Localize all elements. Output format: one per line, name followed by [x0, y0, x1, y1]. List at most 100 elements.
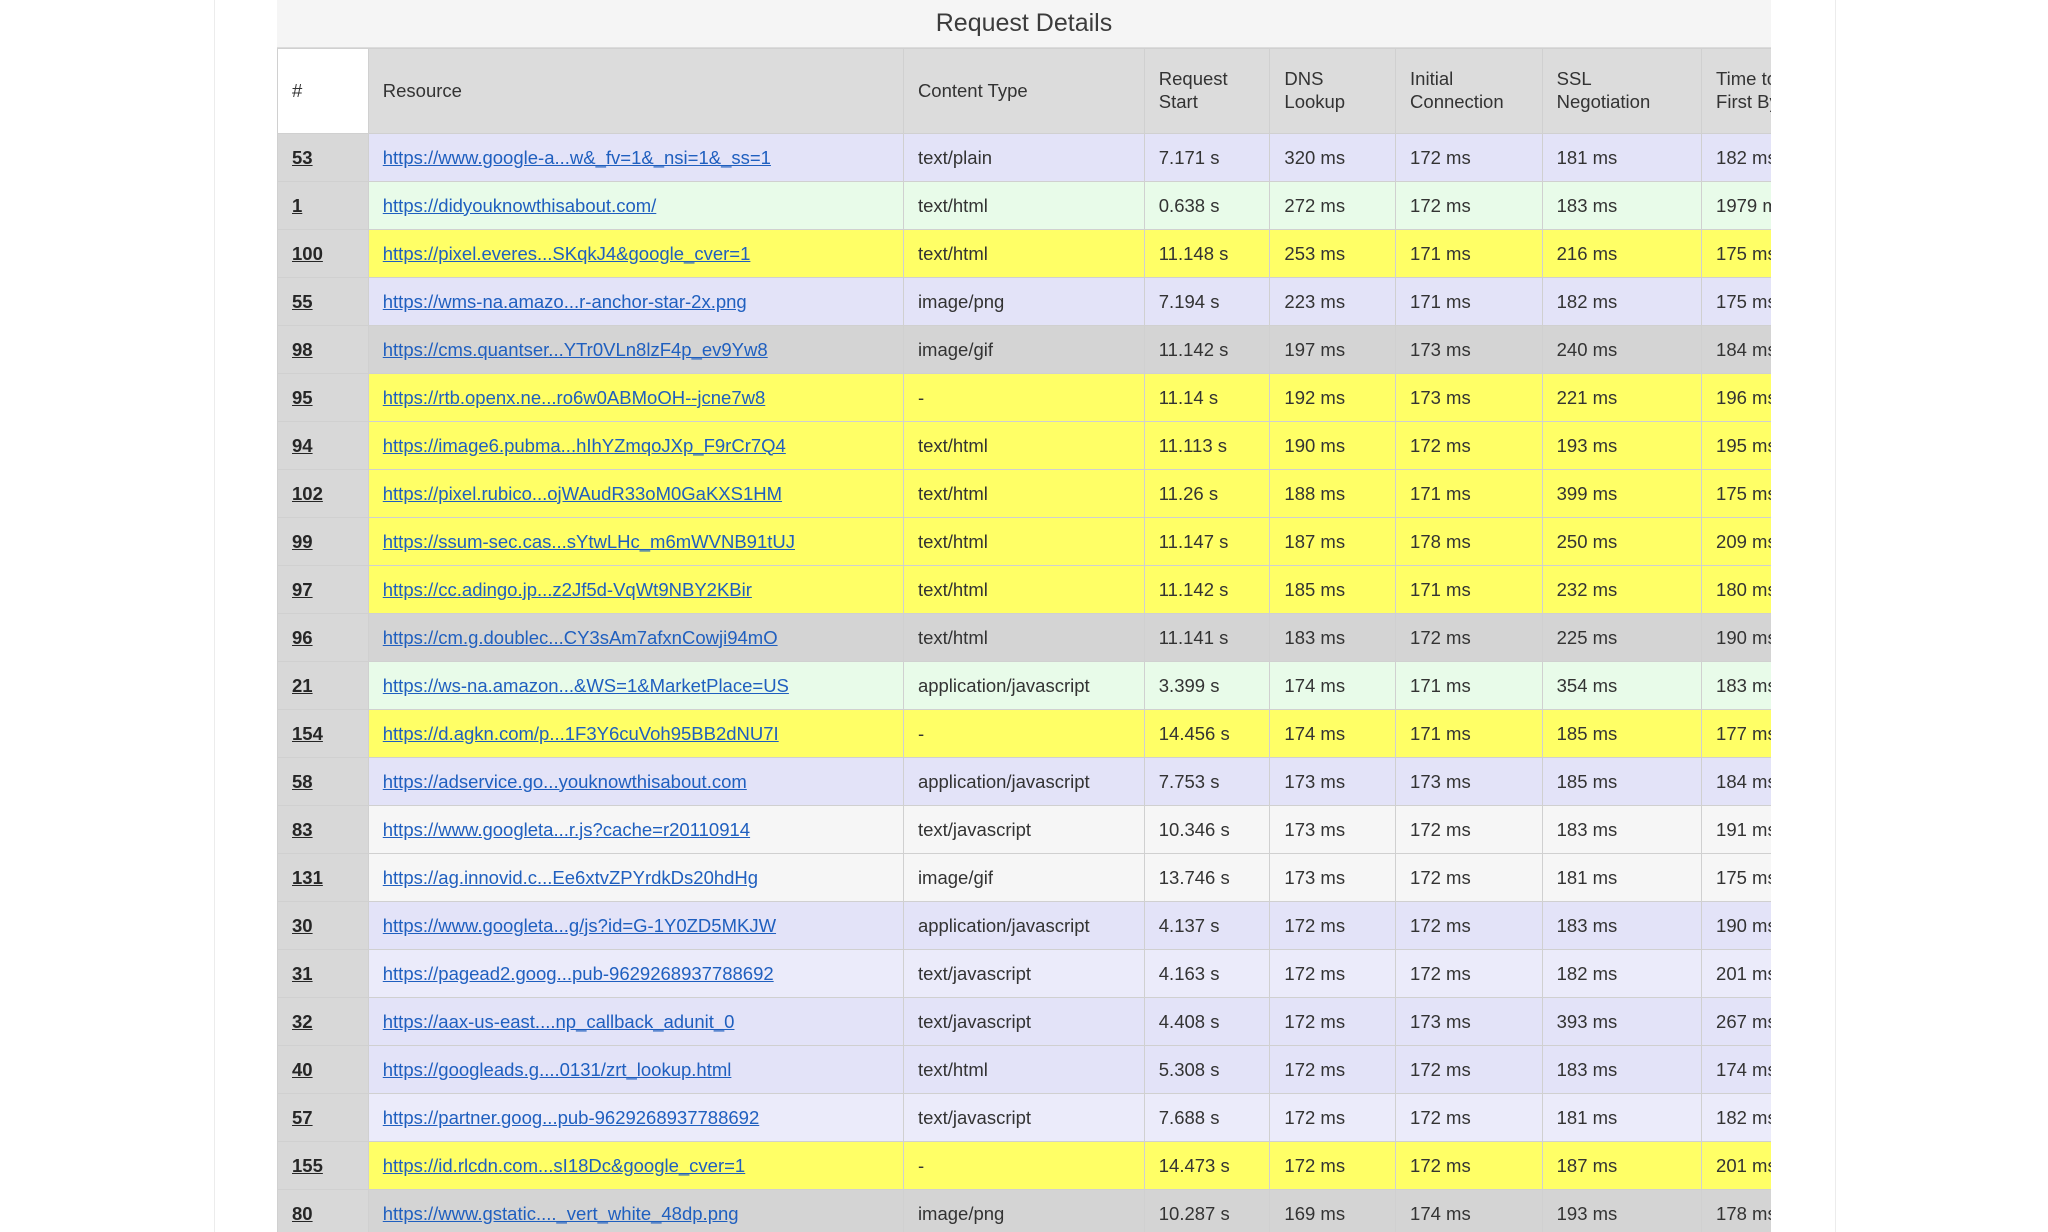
resource-link[interactable]: https://www.googleta...r.js?cache=r20110… [383, 819, 750, 840]
cell-dns: 172 ms [1270, 1094, 1396, 1142]
cell-res[interactable]: https://partner.goog...pub-9629268937788… [368, 1094, 903, 1142]
request-details-table: #ResourceContent TypeRequest StartDNS Lo… [277, 48, 1771, 1232]
resource-link[interactable]: https://wms-na.amazo...r-anchor-star-2x.… [383, 291, 747, 312]
table-row[interactable]: 96https://cm.g.doublec...CY3sAm7afxnCowj… [278, 614, 1772, 662]
resource-link[interactable]: https://ag.innovid.c...Ee6xtvZPYrdkDs20h… [383, 867, 758, 888]
table-row[interactable]: 55 https://wms-na.amazo...r-anchor-star-2… [278, 278, 1772, 326]
resource-link[interactable]: https://partner.goog...pub-9629268937788… [383, 1107, 760, 1128]
cell-res[interactable]: https://id.rlcdn.com...sI18Dc&google_cve… [368, 1142, 903, 1190]
cell-rs: 11.26 s [1144, 470, 1270, 518]
column-header-ctype[interactable]: Content Type [903, 49, 1144, 134]
cell-res[interactable]: https://ssum-sec.cas...sYtwLHc_m6mWVNB91… [368, 518, 903, 566]
resource-link[interactable]: https://image6.pubma...hIhYZmqoJXp_F9rCr… [383, 435, 786, 456]
table-row[interactable]: 32https://aax-us-east....np_callback_adu… [278, 998, 1772, 1046]
resource-link[interactable]: https://ssum-sec.cas...sYtwLHc_m6mWVNB91… [383, 531, 795, 552]
table-row[interactable]: 155https://id.rlcdn.com...sI18Dc&google_… [278, 1142, 1772, 1190]
cell-dns: 172 ms [1270, 1046, 1396, 1094]
resource-link[interactable]: https://ws-na.amazon...&WS=1&MarketPlace… [383, 675, 789, 696]
cell-ssl: 183 ms [1542, 806, 1701, 854]
cell-res[interactable]: https://didyouknowthisabout.com/ [368, 182, 903, 230]
cell-res[interactable]: https://cm.g.doublec...CY3sAm7afxnCowji9… [368, 614, 903, 662]
table-row[interactable]: 80https://www.gstatic...._vert_white_48d… [278, 1190, 1772, 1232]
cell-ssl: 225 ms [1542, 614, 1701, 662]
table-row[interactable]: 53https://www.google-a...w&_fv=1&_nsi=1&… [278, 134, 1772, 182]
cell-res[interactable]: https://image6.pubma...hIhYZmqoJXp_F9rCr… [368, 422, 903, 470]
resource-link[interactable]: https://didyouknowthisabout.com/ [383, 195, 657, 216]
cell-res[interactable]: https://adservice.go...youknowthisabout.… [368, 758, 903, 806]
resource-link[interactable]: https://www.google-a...w&_fv=1&_nsi=1&_s… [383, 147, 771, 168]
cell-idx: 154 [278, 710, 369, 758]
cell-res[interactable]: https://pagead2.goog...pub-9629268937788… [368, 950, 903, 998]
resource-link[interactable]: https://d.agkn.com/p...1F3Y6cuVoh95BB2dN… [383, 723, 779, 744]
column-header-ic[interactable]: Initial Connection [1396, 49, 1543, 134]
page-root: Request Details #ResourceContent TypeReq… [0, 0, 2048, 1232]
column-header-res[interactable]: Resource [368, 49, 903, 134]
request-details-panel: Request Details #ResourceContent TypeReq… [277, 0, 1771, 1232]
cell-res[interactable]: https://ag.innovid.c...Ee6xtvZPYrdkDs20h… [368, 854, 903, 902]
column-header-idx[interactable]: # [278, 49, 369, 134]
table-row[interactable]: 31https://pagead2.goog...pub-96292689377… [278, 950, 1772, 998]
cell-res[interactable]: https://cms.quantser...YTr0VLn8lzF4p_ev9… [368, 326, 903, 374]
table-row[interactable]: 58https://adservice.go...youknowthisabou… [278, 758, 1772, 806]
cell-res[interactable]: https://aax-us-east....np_callback_aduni… [368, 998, 903, 1046]
cell-res[interactable]: https://www.google-a...w&_fv=1&_nsi=1&_s… [368, 134, 903, 182]
cell-res[interactable]: https://googleads.g....0131/zrt_lookup.h… [368, 1046, 903, 1094]
table-row[interactable]: 83https://www.googleta...r.js?cache=r201… [278, 806, 1772, 854]
cell-ttfb: 267 ms [1702, 998, 1771, 1046]
table-row[interactable]: 21https://ws-na.amazon...&WS=1&MarketPla… [278, 662, 1772, 710]
cell-res[interactable]: https://d.agkn.com/p...1F3Y6cuVoh95BB2dN… [368, 710, 903, 758]
table-row[interactable]: 95https://rtb.openx.ne...ro6w0ABMoOH--jc… [278, 374, 1772, 422]
table-row[interactable]: 97https://cc.adingo.jp...z2Jf5d-VqWt9NBY… [278, 566, 1772, 614]
table-body: 53https://www.google-a...w&_fv=1&_nsi=1&… [278, 134, 1772, 1232]
resource-link[interactable]: https://www.gstatic...._vert_white_48dp.… [383, 1203, 739, 1224]
cell-ic: 173 ms [1396, 758, 1543, 806]
resource-link[interactable]: https://adservice.go...youknowthisabout.… [383, 771, 747, 792]
cell-res[interactable]: https://cc.adingo.jp...z2Jf5d-VqWt9NBY2K… [368, 566, 903, 614]
cell-ssl: 183 ms [1542, 1046, 1701, 1094]
resource-link[interactable]: https://pixel.everes...SKqkJ4&google_cve… [383, 243, 751, 264]
table-row[interactable]: 98https://cms.quantser...YTr0VLn8lzF4p_e… [278, 326, 1772, 374]
cell-ic: 171 ms [1396, 566, 1543, 614]
resource-link[interactable]: https://id.rlcdn.com...sI18Dc&google_cve… [383, 1155, 745, 1176]
resource-link[interactable]: https://aax-us-east....np_callback_aduni… [383, 1011, 735, 1032]
table-row[interactable]: 30https://www.googleta...g/js?id=G-1Y0ZD… [278, 902, 1772, 950]
resource-link[interactable]: https://cms.quantser...YTr0VLn8lzF4p_ev9… [383, 339, 768, 360]
cell-ctype: text/html [903, 230, 1144, 278]
cell-ttfb: 182 ms [1702, 134, 1771, 182]
cell-res[interactable]: https://wms-na.amazo...r-anchor-star-2x.… [368, 278, 903, 326]
table-row[interactable]: 99https://ssum-sec.cas...sYtwLHc_m6mWVNB… [278, 518, 1772, 566]
cell-idx: 55 [278, 278, 369, 326]
table-row[interactable]: 40https://googleads.g....0131/zrt_lookup… [278, 1046, 1772, 1094]
cell-ic: 172 ms [1396, 182, 1543, 230]
column-header-dns[interactable]: DNS Lookup [1270, 49, 1396, 134]
table-row[interactable]: 57https://partner.goog...pub-96292689377… [278, 1094, 1772, 1142]
cell-res[interactable]: https://rtb.openx.ne...ro6w0ABMoOH--jcne… [368, 374, 903, 422]
resource-link[interactable]: https://cm.g.doublec...CY3sAm7afxnCowji9… [383, 627, 778, 648]
cell-ic: 171 ms [1396, 662, 1543, 710]
table-row[interactable]: 131https://ag.innovid.c...Ee6xtvZPYrdkDs… [278, 854, 1772, 902]
table-row[interactable]: 1https://didyouknowthisabout.com/text/ht… [278, 182, 1772, 230]
column-header-ssl[interactable]: SSL Negotiation [1542, 49, 1701, 134]
table-row[interactable]: 100https://pixel.everes...SKqkJ4&google_… [278, 230, 1772, 278]
column-header-ttfb[interactable]: Time to First Byte [1702, 49, 1771, 134]
resource-link[interactable]: https://googleads.g....0131/zrt_lookup.h… [383, 1059, 732, 1080]
resource-link[interactable]: https://pagead2.goog...pub-9629268937788… [383, 963, 774, 984]
cell-ic: 171 ms [1396, 470, 1543, 518]
resource-link[interactable]: https://pixel.rubico...ojWAudR33oM0GaKXS… [383, 483, 782, 504]
resource-link[interactable]: https://cc.adingo.jp...z2Jf5d-VqWt9NBY2K… [383, 579, 752, 600]
cell-ssl: 185 ms [1542, 758, 1701, 806]
cell-res[interactable]: https://www.gstatic...._vert_white_48dp.… [368, 1190, 903, 1232]
cell-res[interactable]: https://pixel.rubico...ojWAudR33oM0GaKXS… [368, 470, 903, 518]
cell-res[interactable]: https://www.googleta...r.js?cache=r20110… [368, 806, 903, 854]
table-row[interactable]: 102https://pixel.rubico...ojWAudR33oM0Ga… [278, 470, 1772, 518]
resource-link[interactable]: https://www.googleta...g/js?id=G-1Y0ZD5M… [383, 915, 776, 936]
cell-ttfb: 175 ms [1702, 230, 1771, 278]
cell-ctype: image/gif [903, 326, 1144, 374]
column-header-rs[interactable]: Request Start [1144, 49, 1270, 134]
table-row[interactable]: 154 https://d.agkn.com/p...1F3Y6cuVoh95BB… [278, 710, 1772, 758]
resource-link[interactable]: https://rtb.openx.ne...ro6w0ABMoOH--jcne… [383, 387, 766, 408]
cell-res[interactable]: https://ws-na.amazon...&WS=1&MarketPlace… [368, 662, 903, 710]
cell-res[interactable]: https://www.googleta...g/js?id=G-1Y0ZD5M… [368, 902, 903, 950]
cell-res[interactable]: https://pixel.everes...SKqkJ4&google_cve… [368, 230, 903, 278]
table-row[interactable]: 94https://image6.pubma...hIhYZmqoJXp_F9r… [278, 422, 1772, 470]
